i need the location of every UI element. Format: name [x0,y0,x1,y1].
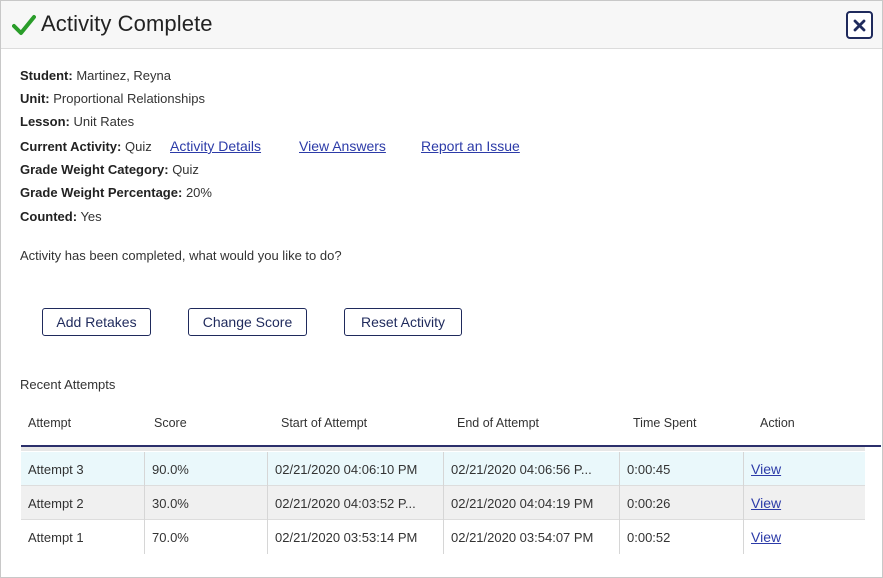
dialog-title: Activity Complete [41,11,213,36]
column-header-action: Action [760,416,795,430]
close-icon [853,19,866,31]
time-spent-cell: 0:00:45 [620,452,744,486]
column-header-time-spent: Time Spent [633,416,697,430]
counted-value: Yes [80,209,102,224]
view-attempt-link[interactable]: View [751,529,781,545]
weight-percentage-value: 20% [185,185,212,200]
start-cell: 02/21/2020 04:03:52 P... [268,486,444,520]
recent-attempts-title: Recent Attempts [20,377,116,392]
add-retakes-button[interactable]: Add Retakes [42,308,151,336]
start-cell: 02/21/2020 04:06:10 PM [268,452,444,486]
weight-percentage-line: Grade Weight Percentage: 20% [20,185,212,200]
action-cell: View [744,452,865,486]
attempt-cell: Attempt 3 [21,452,145,486]
action-cell: View [744,520,865,554]
end-cell: 02/21/2020 03:54:07 PM [444,520,620,554]
unit-value: Proportional Relationships [53,91,205,106]
weight-percentage-label: Grade Weight Percentage: [20,185,183,200]
checkmark-icon [12,15,36,35]
table-header-shadow [21,447,865,451]
attempt-cell: Attempt 1 [21,520,145,554]
start-cell: 02/21/2020 03:53:14 PM [268,520,444,554]
weight-category-label: Grade Weight Category: [20,162,169,177]
attempt-cell: Attempt 2 [21,486,145,520]
column-header-score: Score [154,416,187,430]
table-row[interactable]: Attempt 1 70.0% 02/21/2020 03:53:14 PM 0… [21,520,865,554]
time-spent-cell: 0:00:52 [620,520,744,554]
table-row[interactable]: Attempt 3 90.0% 02/21/2020 04:06:10 PM 0… [21,452,865,486]
score-cell: 90.0% [145,452,268,486]
reset-activity-button[interactable]: Reset Activity [344,308,462,336]
end-cell: 02/21/2020 04:04:19 PM [444,486,620,520]
current-activity-value: Quiz [125,139,152,154]
lesson-label: Lesson: [20,114,70,129]
column-header-attempt: Attempt [28,416,72,430]
unit-label: Unit: [20,91,50,106]
table-row[interactable]: Attempt 2 30.0% 02/21/2020 04:03:52 P...… [21,486,865,520]
score-cell: 30.0% [145,486,268,520]
activity-details-link[interactable]: Activity Details [170,138,261,154]
current-activity-line: Current Activity: Quiz [20,139,152,154]
activity-complete-dialog: Activity Complete Student: Martinez, Rey… [0,0,883,578]
completion-prompt: Activity has been completed, what would … [20,248,342,263]
end-cell: 02/21/2020 04:06:56 P... [444,452,620,486]
view-attempt-link[interactable]: View [751,495,781,511]
lesson-value: Unit Rates [73,114,135,129]
score-cell: 70.0% [145,520,268,554]
student-label: Student: [20,68,73,83]
column-header-end: End of Attempt [457,416,539,430]
student-line: Student: Martinez, Reyna [20,68,171,83]
lesson-line: Lesson: Unit Rates [20,114,134,129]
close-button[interactable] [846,11,873,39]
current-activity-label: Current Activity: [20,139,122,154]
dialog-titlebar: Activity Complete [1,1,882,49]
view-answers-link[interactable]: View Answers [299,138,386,154]
weight-category-value: Quiz [172,162,199,177]
report-issue-link[interactable]: Report an Issue [421,138,520,154]
student-value: Martinez, Reyna [76,68,171,83]
counted-line: Counted: Yes [20,209,102,224]
action-cell: View [744,486,865,520]
change-score-button[interactable]: Change Score [188,308,307,336]
weight-category-line: Grade Weight Category: Quiz [20,162,199,177]
unit-line: Unit: Proportional Relationships [20,91,205,106]
view-attempt-link[interactable]: View [751,461,781,477]
counted-label: Counted: [20,209,78,224]
column-header-start: Start of Attempt [281,416,368,430]
time-spent-cell: 0:00:26 [620,486,744,520]
